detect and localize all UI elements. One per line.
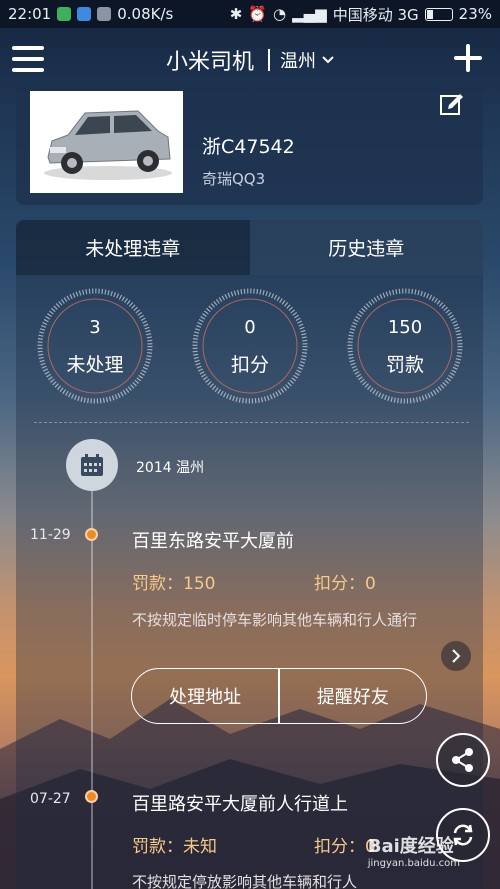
watermark-url: jingyan.baidu.com — [367, 858, 460, 869]
stat-points: 0 扣分 — [191, 287, 309, 405]
stat-ring-icon — [37, 288, 153, 404]
wifi-icon: ◔ — [273, 5, 287, 23]
tab-history[interactable]: 历史违章 — [249, 220, 483, 275]
stat-value: 3 — [89, 317, 101, 338]
timeline-dot — [85, 790, 98, 803]
violation-location: 百里东路安平大厦前 — [132, 531, 294, 552]
violation-fine: 罚款：150 — [132, 574, 216, 594]
stats-divider — [34, 422, 469, 423]
stat-value: 150 — [387, 317, 423, 338]
baidu-watermark: Bai度经验 jingyan.baidu.com — [368, 832, 460, 869]
shield-notification-icon — [57, 7, 72, 21]
bus-notification-icon — [97, 7, 112, 21]
title-divider — [268, 49, 270, 71]
stat-ring-icon — [192, 288, 308, 404]
app-notification-icon — [77, 7, 92, 21]
violation-description: 不按规定临时停车影响其他车辆和行人通行 — [132, 611, 418, 629]
alarm-icon: ⏰ — [248, 5, 268, 23]
tab-unprocessed[interactable]: 未处理违章 — [16, 220, 250, 275]
status-battery: 23% — [458, 5, 492, 23]
process-address-button[interactable]: 处理地址 — [132, 669, 278, 723]
stat-label: 罚款 — [385, 354, 424, 376]
chevron-right-icon[interactable] — [441, 641, 471, 671]
battery-icon — [424, 7, 453, 21]
header-title-group: 小米司机 温州 — [166, 44, 334, 76]
car-plate: 浙C47542 — [202, 136, 295, 158]
car-model: 奇瑞QQ3 — [202, 170, 266, 188]
app-header: 小米司机 温州 — [0, 28, 500, 92]
watermark-brand: Bai度经验 — [367, 836, 454, 857]
stats-row: 3 未处理 0 扣分 150 罚款 — [16, 275, 483, 422]
car-icon — [44, 110, 172, 180]
stat-unprocessed: 3 未处理 — [36, 287, 154, 405]
violation-points: 扣分：0 — [314, 574, 376, 594]
city-selector[interactable]: 温州 — [280, 47, 334, 73]
remind-friend-button[interactable]: 提醒好友 — [280, 669, 426, 723]
violation-location: 百里路安平大厦前人行道上 — [132, 794, 348, 815]
timeline-year-city: 2014 温州 — [136, 460, 205, 476]
stat-value: 0 — [244, 317, 256, 338]
violation-points: 扣分：0 — [314, 837, 376, 857]
calendar-badge — [66, 439, 118, 491]
car-card[interactable]: 浙C47542 奇瑞QQ3 — [16, 88, 483, 205]
city-label: 温州 — [280, 51, 316, 72]
timeline-line — [91, 445, 93, 889]
violation-fine: 罚款：未知 — [132, 837, 217, 857]
share-icon — [452, 748, 473, 772]
status-carrier: 中国移动 3G — [332, 5, 419, 24]
tab-bar: 未处理违章 历史违章 — [16, 220, 483, 275]
car-photo — [30, 91, 183, 193]
status-speed: 0.08K/s — [117, 5, 174, 23]
stat-fine: 150 罚款 — [346, 287, 464, 405]
stat-label: 扣分 — [230, 354, 269, 376]
violation-actions: 处理地址 提醒好友 — [131, 668, 427, 724]
calendar-icon — [81, 454, 103, 476]
edit-icon[interactable] — [439, 92, 465, 118]
share-button[interactable] — [436, 733, 490, 787]
stat-ring-icon — [347, 288, 463, 404]
violation-description: 不按规定停放影响其他车辆和行人 — [132, 873, 358, 889]
timeline-dot — [85, 528, 98, 541]
chevron-down-icon — [322, 56, 334, 64]
stat-label: 未处理 — [66, 354, 124, 376]
violations-panel: 未处理违章 历史违章 3 未处理 0 扣分 150 罚款 2014 温州 11-… — [16, 220, 483, 889]
signal-icon: ▂▄▆ — [292, 5, 327, 23]
bluetooth-icon: ✱ — [229, 5, 243, 23]
violation-date: 07-27 — [30, 791, 71, 807]
app-title: 小米司机 — [165, 50, 254, 75]
menu-icon[interactable] — [12, 46, 44, 72]
status-time: 22:01 — [8, 5, 52, 23]
add-icon[interactable] — [452, 42, 484, 74]
status-bar: 22:01 0.08K/s ✱ ⏰ ◔ ▂▄▆ 中国移动 3G 23% — [0, 0, 500, 28]
violation-date: 11-29 — [30, 527, 71, 543]
